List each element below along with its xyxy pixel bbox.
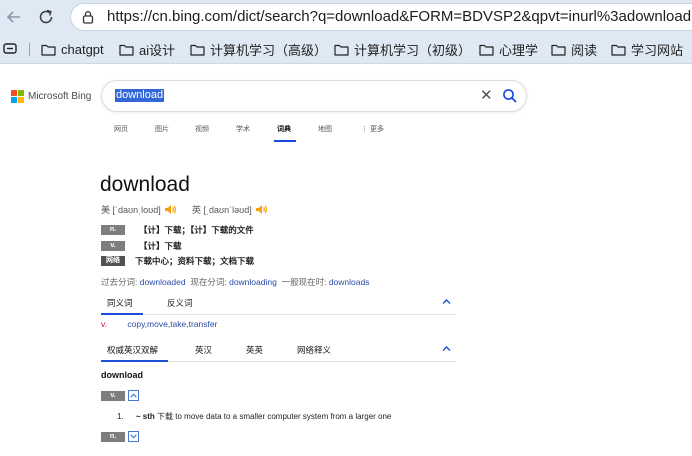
definition-row: v. 【计】下载: [101, 240, 182, 251]
pos-label: v.: [101, 240, 125, 251]
url-text: https://cn.bing.com/dict/search?q=downlo…: [107, 8, 692, 25]
tab-en-en[interactable]: 英英: [246, 344, 263, 356]
bookmark-folder-reading[interactable]: 阅读: [551, 40, 597, 58]
phonetic-uk: 英 [ˌdaʊnˈləʊd]: [192, 203, 268, 216]
synonyms-list[interactable]: copy,move,take,transfer: [127, 319, 217, 329]
bookmark-folder-study-sites[interactable]: 学习网站: [611, 40, 683, 58]
tab-en-cn[interactable]: 英汉: [195, 344, 212, 356]
definition-text: 【计】下载；【计】下载的文件: [139, 224, 254, 235]
tab-maps[interactable]: 地图: [318, 124, 332, 134]
bookmark-separator: [29, 43, 30, 56]
collapse-caret-icon[interactable]: [442, 298, 451, 305]
folder-icon: [611, 44, 626, 56]
tab-more[interactable]: ⋮ 更多: [361, 124, 384, 134]
headword: download: [100, 173, 190, 196]
chevron-down-icon: [130, 434, 137, 439]
folder-icon: [41, 44, 56, 56]
pos-label: v.: [101, 390, 125, 401]
tab-web-definitions[interactable]: 网络释义: [297, 344, 331, 356]
tab-dictionary[interactable]: 词典: [277, 124, 291, 134]
phonetic-us: 美 [ˈdaʊnˌloʊd]: [101, 203, 177, 216]
tab-academic[interactable]: 学术: [236, 124, 250, 134]
tab-images[interactable]: 图片: [155, 124, 169, 134]
pos-label: 网络: [101, 255, 125, 266]
synonym-tabs: 同义词 反义词: [101, 297, 456, 311]
tab-synonyms[interactable]: 同义词: [107, 297, 133, 309]
sense-line: 1. ~ sth 下载 to move data to a smaller co…: [117, 412, 392, 421]
dictionary-tabs: 权威英汉双解 英汉 英英 网络释义: [101, 344, 456, 358]
bookmark-folder-psychology[interactable]: 心理学: [479, 40, 538, 58]
tab-authoritative[interactable]: 权威英汉双解: [107, 344, 158, 356]
pos-label: n.: [101, 224, 125, 235]
reading-list-button[interactable]: [3, 42, 17, 60]
bing-logo[interactable]: Microsoft Bing: [11, 90, 91, 103]
tab-videos[interactable]: 视频: [195, 124, 209, 134]
microsoft-logo-icon: [11, 90, 24, 103]
speaker-icon[interactable]: [255, 204, 268, 215]
folder-icon: [119, 44, 134, 56]
bookmark-folder-cs-beginner[interactable]: 计算机学习（初级）: [334, 40, 471, 58]
sub-headword: download: [101, 370, 143, 380]
tab-antonyms[interactable]: 反义词: [167, 297, 193, 309]
url-field[interactable]: https://cn.bing.com/dict/search?q=downlo…: [70, 3, 692, 31]
form-link-downloads[interactable]: downloads: [329, 277, 370, 287]
form-link-downloaded[interactable]: downloaded: [140, 277, 186, 287]
definition-row: n. 【计】下载；【计】下载的文件: [101, 224, 254, 235]
collapse-button[interactable]: [128, 390, 139, 401]
search-box[interactable]: download ✕: [101, 80, 527, 112]
tab-web[interactable]: 网页: [114, 124, 128, 134]
folder-icon: [190, 44, 205, 56]
active-subtab-indicator: [101, 360, 168, 362]
definition-row: 网络 下载中心；资料下载；文档下载: [101, 255, 254, 266]
search-tabs: 网页 图片 视频 学术 词典 地图 ⋮ 更多: [0, 124, 692, 144]
word-forms: 过去分词: downloaded 现在分词: downloading 一般现在时…: [101, 277, 370, 287]
bookmark-folder-cs-advanced[interactable]: 计算机学习（高级）: [190, 40, 327, 58]
active-tab-indicator: [274, 140, 296, 142]
clear-search-button[interactable]: ✕: [480, 88, 493, 104]
bookmark-folder-ai-design[interactable]: ai设计: [119, 40, 175, 58]
back-button[interactable]: [2, 5, 26, 29]
back-arrow-icon: [6, 11, 20, 23]
definition-text: 下载中心；资料下载；文档下载: [135, 255, 255, 266]
chevron-up-icon: [130, 393, 137, 398]
collapse-caret-icon[interactable]: [442, 345, 451, 352]
lock-icon: [82, 11, 94, 24]
speaker-icon[interactable]: [164, 204, 177, 215]
folder-icon: [551, 44, 566, 56]
pos-section-verb: v.: [101, 390, 139, 401]
folder-icon: [479, 44, 494, 56]
active-subtab-indicator: [101, 313, 143, 315]
divider: [101, 314, 456, 315]
refresh-button[interactable]: [34, 5, 58, 29]
pos-section-noun: n.: [101, 431, 139, 442]
folder-icon: [334, 44, 349, 56]
bookmarks-bar: chatgpt ai设计 计算机学习（高级） 计算机学习（初级） 心理学 阅读 …: [0, 34, 692, 64]
definition-text: 【计】下载: [139, 240, 182, 251]
refresh-icon: [39, 9, 53, 24]
search-icon[interactable]: [502, 88, 518, 104]
pos-label: n.: [101, 431, 125, 442]
form-link-downloading[interactable]: downloading: [229, 277, 277, 287]
browser-address-bar: https://cn.bing.com/dict/search?q=downlo…: [0, 0, 692, 34]
reading-list-icon: [3, 43, 17, 54]
expand-button[interactable]: [128, 431, 139, 442]
bookmark-folder-chatgpt[interactable]: chatgpt: [41, 40, 104, 58]
search-input[interactable]: download: [115, 89, 165, 102]
synonyms-row: v. copy,move,take,transfer: [101, 319, 218, 329]
